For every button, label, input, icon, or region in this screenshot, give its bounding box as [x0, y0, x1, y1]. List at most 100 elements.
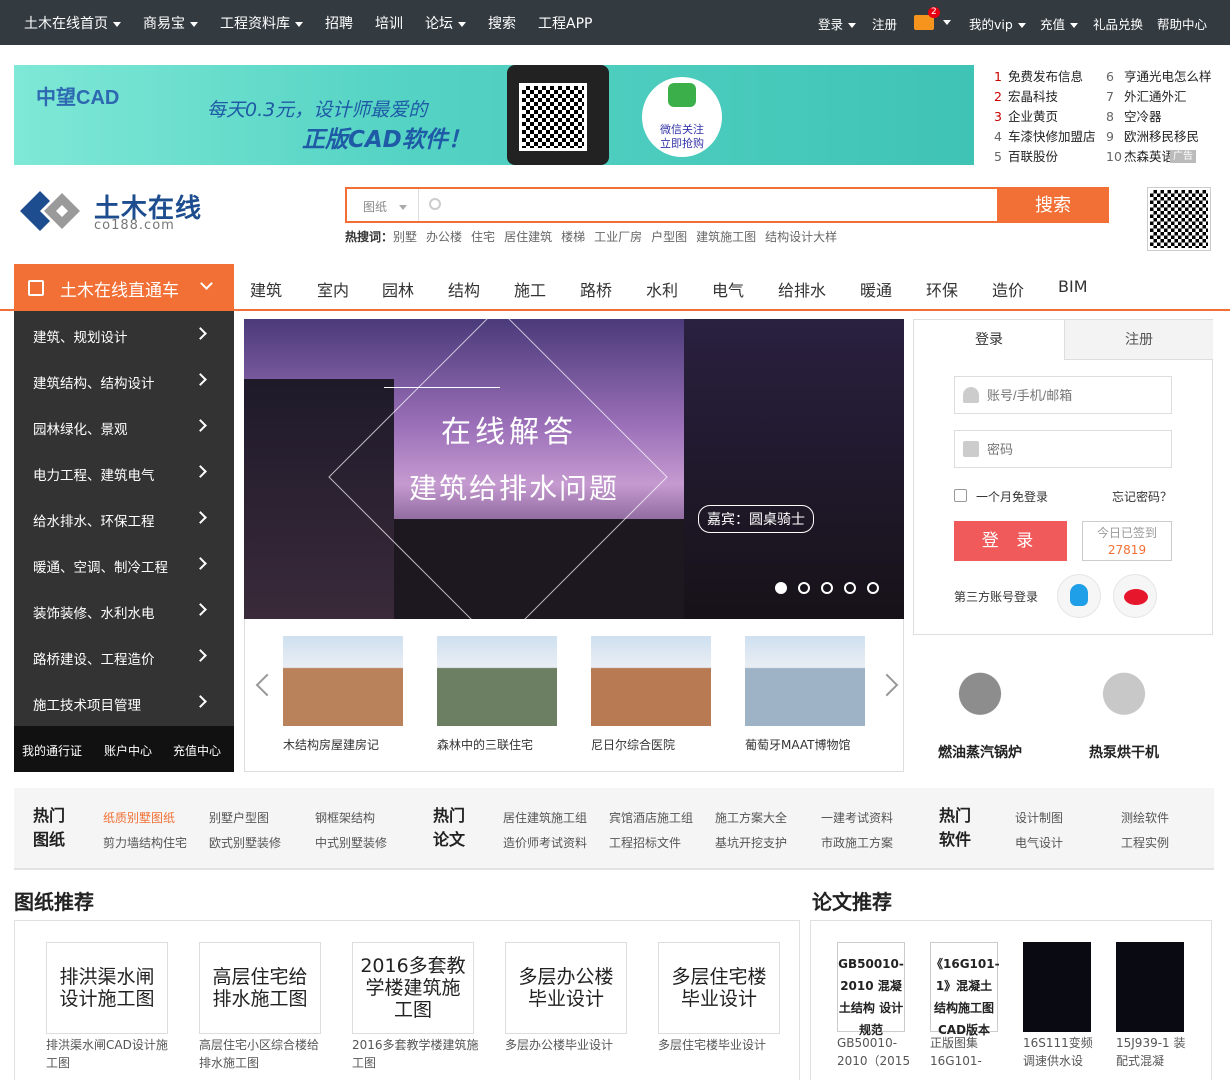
gift-exchange-link[interactable]: 礼品兑换 — [1093, 14, 1143, 33]
sidebar-item[interactable]: 暖通、空调、制冷工程 — [14, 541, 234, 587]
project-caption[interactable]: 森林中的三联住宅 — [437, 736, 533, 753]
hot-link[interactable]: 钢框架结构 — [315, 809, 375, 826]
tab-register[interactable]: 注册 — [1064, 320, 1213, 360]
hot-search-word[interactable]: 工业厂房 — [594, 230, 642, 244]
topnav-item[interactable]: 招聘 — [325, 13, 353, 33]
username-field[interactable] — [954, 376, 1172, 414]
username-input[interactable] — [987, 385, 1162, 405]
ad-list-item[interactable]: 2 宏晶科技 — [994, 86, 1096, 106]
carousel-dot[interactable] — [798, 582, 810, 594]
project-thumbnail[interactable] — [591, 636, 711, 726]
project-caption[interactable]: 葡萄牙MAAT博物馆 — [745, 736, 851, 753]
password-field[interactable] — [954, 430, 1172, 468]
password-input[interactable] — [987, 439, 1162, 459]
hot-link[interactable]: 电气设计 — [1015, 834, 1063, 851]
paper-caption[interactable]: 15J939-1 装配式混凝 — [1116, 1034, 1190, 1070]
carousel-dot[interactable] — [821, 582, 833, 594]
remember-checkbox[interactable] — [954, 489, 967, 502]
product-advert[interactable]: 热泵烘干机 — [1069, 660, 1179, 761]
topnav-item[interactable]: 工程APP — [538, 13, 592, 33]
channel-directory-button[interactable]: 土木在线直通车 — [14, 264, 234, 311]
hot-link[interactable]: 剪力墙结构住宅 — [103, 834, 187, 851]
hot-link[interactable]: 别墅户型图 — [209, 809, 269, 826]
sidebar-item[interactable]: 给水排水、环保工程 — [14, 495, 234, 541]
ad-list-item[interactable]: 9 欧洲移民移民 — [1106, 126, 1212, 146]
project-caption[interactable]: 尼日尔综合医院 — [591, 736, 675, 753]
help-center-link[interactable]: 帮助中心 — [1157, 14, 1207, 33]
hot-link[interactable]: 施工方案大全 — [715, 809, 787, 826]
hot-link[interactable]: 测绘软件 — [1121, 809, 1169, 826]
channel-link[interactable]: 电气 — [712, 277, 744, 301]
sidebar-account-link[interactable]: 充值中心 — [173, 742, 221, 759]
topnav-item[interactable]: 商易宝 — [143, 13, 198, 33]
my-vip-menu[interactable]: 我的vip — [969, 14, 1026, 33]
forgot-password-link[interactable]: 忘记密码？ — [1112, 488, 1172, 505]
hot-search-word[interactable]: 楼梯 — [561, 230, 585, 244]
ad-list-item[interactable]: 6 亨通光电怎么样 — [1106, 66, 1212, 86]
drawing-card[interactable]: 排洪渠水闸设计施工图 — [46, 942, 168, 1034]
project-caption[interactable]: 木结构房屋建房记 — [283, 736, 379, 753]
hot-link[interactable]: 工程招标文件 — [609, 834, 681, 851]
sidebar-item[interactable]: 路桥建设、工程造价 — [14, 633, 234, 679]
search-category-select[interactable]: 图纸 — [347, 189, 419, 221]
drawing-caption[interactable]: 多层办公楼毕业设计 — [505, 1036, 633, 1054]
paper-cover[interactable]: 《16G101-1》混凝土结构施工图 CAD版本 — [930, 942, 1000, 1037]
channel-link[interactable]: 室内 — [317, 277, 349, 301]
sidebar-item[interactable]: 建筑结构、结构设计 — [14, 357, 234, 403]
hot-link[interactable]: 宾馆酒店施工组 — [609, 809, 693, 826]
topnav-item[interactable]: 论坛 — [425, 13, 466, 33]
channel-link[interactable]: 园林 — [382, 277, 414, 301]
sidebar-item[interactable]: 施工技术项目管理 — [14, 679, 234, 725]
drawing-caption[interactable]: 高层住宅小区综合楼给排水施工图 — [199, 1036, 327, 1072]
sidebar-item[interactable]: 园林绿化、景观 — [14, 403, 234, 449]
hot-link[interactable]: 纸质别墅图纸 — [103, 809, 175, 826]
project-thumbnail[interactable] — [283, 636, 403, 726]
channel-link[interactable]: 暖通 — [860, 277, 892, 301]
login-link[interactable]: 登录 — [818, 14, 857, 33]
project-thumbnail[interactable] — [745, 636, 865, 726]
product-advert[interactable]: 燃油蒸汽锅炉 — [925, 660, 1035, 761]
hot-link[interactable]: 中式别墅装修 — [315, 834, 387, 851]
paper-cover[interactable]: GB50010-2010 混凝土结构 设计规范 — [837, 942, 905, 1037]
ad-list-item[interactable]: 7 外汇通外汇 — [1106, 86, 1212, 106]
topnav-item[interactable]: 培训 — [375, 13, 403, 33]
project-thumbnail[interactable] — [437, 636, 557, 726]
channel-link[interactable]: 水利 — [646, 277, 678, 301]
ad-list-item[interactable]: 4 车漆快修加盟店 — [994, 126, 1096, 146]
channel-link[interactable]: BIM — [1058, 277, 1088, 296]
channel-link[interactable]: 给排水 — [778, 277, 826, 301]
hot-search-word[interactable]: 办公楼 — [426, 230, 462, 244]
sidebar-item[interactable]: 建筑、规划设计 — [14, 311, 234, 357]
ad-list-item[interactable]: 5 百联股份 — [994, 146, 1096, 166]
tab-login[interactable]: 登录 — [914, 320, 1064, 360]
hot-search-word[interactable]: 居住建筑 — [504, 230, 552, 244]
drawing-card[interactable]: 2016多套教学楼建筑施工图 — [352, 942, 474, 1034]
hot-link[interactable]: 基坑开挖支护 — [715, 834, 787, 851]
chevron-left-icon[interactable] — [255, 673, 279, 697]
search-input[interactable] — [447, 191, 992, 219]
channel-link[interactable]: 建筑 — [250, 277, 282, 301]
chevron-right-icon[interactable] — [875, 673, 899, 697]
channel-link[interactable]: 施工 — [514, 277, 546, 301]
sidebar-item[interactable]: 装饰装修、水利水电 — [14, 587, 234, 633]
hot-search-word[interactable]: 结构设计大样 — [765, 230, 837, 244]
login-button[interactable]: 登 录 — [954, 521, 1067, 561]
topnav-item[interactable]: 搜索 — [488, 13, 516, 33]
channel-link[interactable]: 结构 — [448, 277, 480, 301]
weibo-login-button[interactable] — [1113, 574, 1157, 618]
drawing-card[interactable]: 多层办公楼毕业设计 — [505, 942, 627, 1034]
topnav-item[interactable]: 土木在线首页 — [24, 13, 121, 33]
carousel-dot[interactable] — [867, 582, 879, 594]
hot-link[interactable]: 工程实例 — [1121, 834, 1169, 851]
sidebar-account-link[interactable]: 账户中心 — [104, 742, 152, 759]
recharge-menu[interactable]: 充值 — [1040, 14, 1079, 33]
sidebar-account-link[interactable]: 我的通行证 — [22, 742, 82, 759]
paper-caption[interactable]: GB50010-2010（2015 — [837, 1034, 911, 1070]
hot-search-word[interactable]: 建筑施工图 — [696, 230, 756, 244]
channel-link[interactable]: 路桥 — [580, 277, 612, 301]
drawing-card[interactable]: 高层住宅给排水施工图 — [199, 942, 321, 1034]
hot-link[interactable]: 设计制图 — [1015, 809, 1063, 826]
drawing-caption[interactable]: 2016多套教学楼建筑施工图 — [352, 1036, 480, 1072]
hot-search-word[interactable]: 住宅 — [471, 230, 495, 244]
hot-search-word[interactable]: 户型图 — [651, 230, 687, 244]
